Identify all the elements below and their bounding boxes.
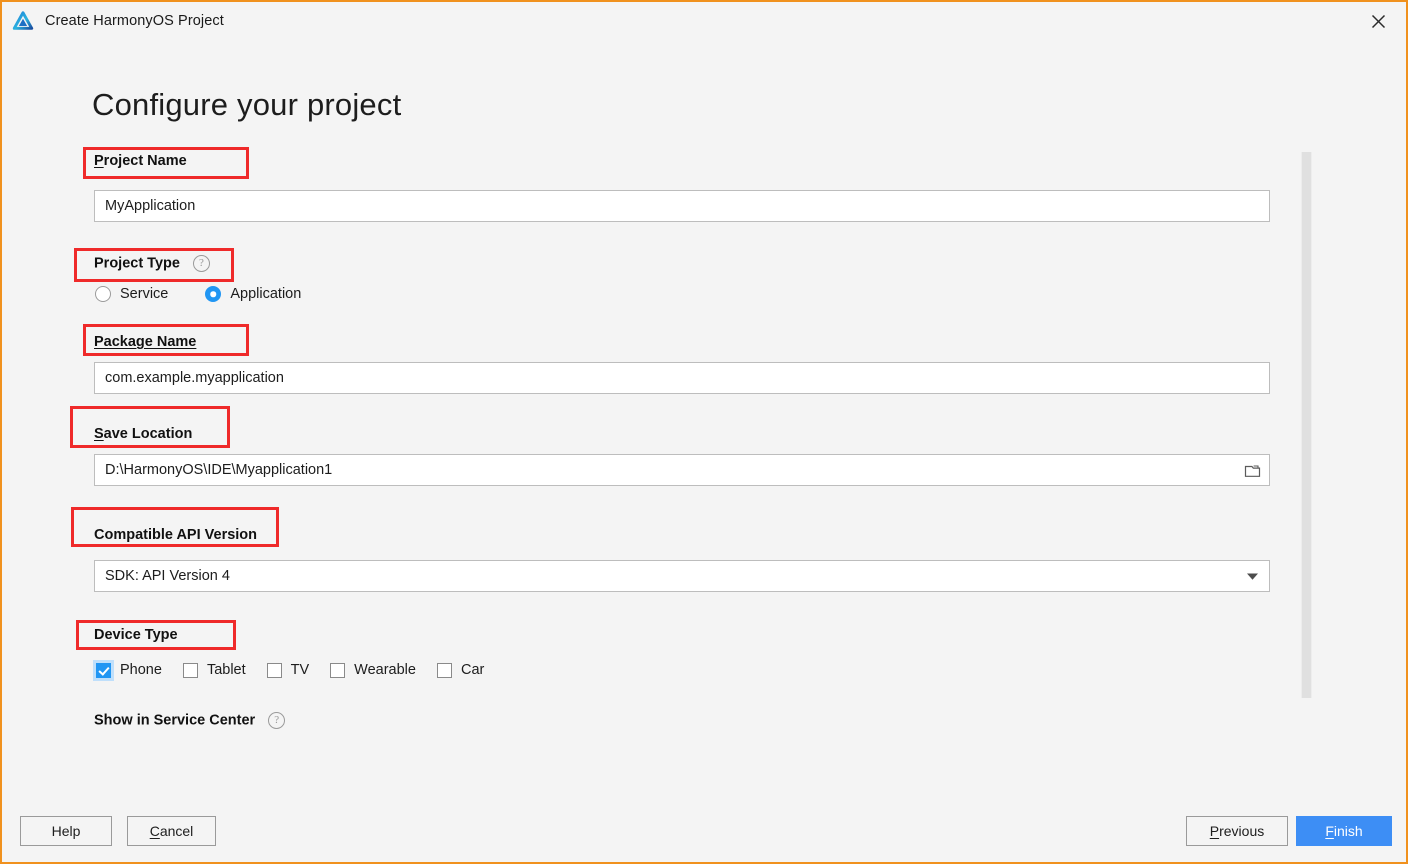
project-type-radio-group: Service Application <box>95 286 301 302</box>
radio-service-indicator <box>95 286 111 302</box>
checkbox-phone-label: Phone <box>120 662 162 678</box>
title-bar: Create HarmonyOS Project <box>2 2 1406 40</box>
dialog-content: Configure your project Project Name MyAp… <box>2 40 1406 800</box>
radio-application-indicator <box>205 286 222 302</box>
api-version-dropdown-button[interactable] <box>1235 561 1269 591</box>
radio-application[interactable]: Application <box>205 286 301 302</box>
checkbox-wearable-indicator <box>330 662 346 678</box>
package-name-value: com.example.myapplication <box>105 370 284 386</box>
finish-button[interactable]: Finish <box>1296 816 1392 846</box>
close-button[interactable] <box>1358 6 1398 36</box>
package-name-input[interactable]: com.example.myapplication <box>94 362 1270 394</box>
previous-button-label: Previous <box>1209 823 1265 839</box>
device-type-checkbox-group: Phone Tablet TV Wearable Car <box>96 662 505 678</box>
compatible-api-version-label: Compatible API Version <box>94 527 258 543</box>
save-location-input[interactable]: D:\HarmonyOS\IDE\Myapplication1 <box>94 454 1270 486</box>
save-location-label-rest: ave Location <box>103 426 193 442</box>
cancel-button[interactable]: Cancel <box>127 816 216 846</box>
project-type-label: Project Type ? <box>94 255 210 272</box>
checkbox-tv[interactable]: TV <box>266 662 310 678</box>
project-name-value: MyApplication <box>105 198 196 214</box>
window-title: Create HarmonyOS Project <box>45 13 224 29</box>
harmonyos-triangle-logo-icon <box>12 10 34 32</box>
checkbox-phone[interactable]: Phone <box>96 662 162 678</box>
package-name-label: Package Name <box>94 334 197 350</box>
help-button-label: Help <box>51 823 81 839</box>
folder-icon <box>1244 464 1260 477</box>
radio-service[interactable]: Service <box>95 286 168 302</box>
checkbox-wearable[interactable]: Wearable <box>330 662 416 678</box>
checkbox-tv-label: TV <box>290 662 310 678</box>
project-name-input[interactable]: MyApplication <box>94 190 1270 222</box>
help-button[interactable]: Help <box>20 816 112 846</box>
page-title: Configure your project <box>92 87 402 122</box>
project-name-label-rest: roject Name <box>103 153 187 169</box>
browse-folder-button[interactable] <box>1235 455 1269 485</box>
show-in-service-center-help-icon[interactable]: ? <box>268 712 286 729</box>
vertical-scrollbar[interactable] <box>1301 152 1312 698</box>
checkbox-phone-indicator <box>96 662 111 678</box>
save-location-label: Save Location <box>94 426 193 442</box>
radio-application-label: Application <box>230 286 302 302</box>
previous-button[interactable]: Previous <box>1186 816 1288 846</box>
checkbox-tablet-indicator <box>182 662 198 678</box>
save-location-value: D:\HarmonyOS\IDE\Myapplication1 <box>105 462 333 478</box>
project-type-label-text: Project Type <box>94 255 180 272</box>
compatible-api-version-select[interactable]: SDK: API Version 4 <box>94 560 1270 592</box>
show-in-service-center-text: Show in Service Center <box>94 712 256 729</box>
close-icon <box>1371 14 1385 28</box>
device-type-label: Device Type <box>94 627 178 643</box>
checkbox-tablet-label: Tablet <box>206 662 246 678</box>
project-type-help-icon[interactable]: ? <box>192 255 210 272</box>
compatible-api-version-value: SDK: API Version 4 <box>105 568 230 584</box>
checkbox-car[interactable]: Car <box>436 662 485 678</box>
checkbox-tv-indicator <box>266 662 282 678</box>
checkbox-tablet[interactable]: Tablet <box>182 662 246 678</box>
dialog-footer: Help Cancel Previous Finish <box>2 800 1406 862</box>
create-harmonyos-project-dialog: Create HarmonyOS Project Configure your … <box>0 0 1408 864</box>
checkbox-wearable-label: Wearable <box>354 662 416 678</box>
radio-service-label: Service <box>120 286 169 302</box>
cancel-button-label: Cancel <box>149 823 194 839</box>
finish-button-label: Finish <box>1325 823 1363 839</box>
checkbox-car-label: Car <box>460 662 485 678</box>
show-in-service-center-label: Show in Service Center ? <box>94 712 286 729</box>
chevron-down-icon <box>1246 573 1258 580</box>
project-name-label: Project Name <box>94 153 187 169</box>
checkbox-car-indicator <box>436 662 452 678</box>
